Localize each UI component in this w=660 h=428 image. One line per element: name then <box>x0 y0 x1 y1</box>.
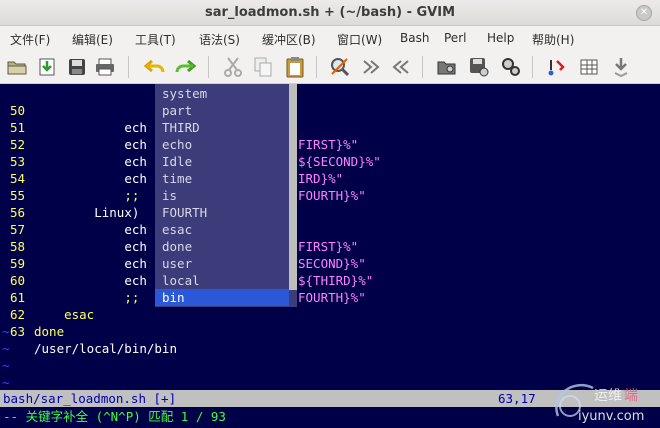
jump-tag-icon[interactable] <box>610 56 632 78</box>
menu-syntax[interactable]: 语法(S) <box>199 31 240 48</box>
line-code: done <box>34 324 65 339</box>
line-string: FIRST}%" <box>298 239 359 254</box>
load-session-icon[interactable] <box>436 56 458 78</box>
code-line: 62 done <box>0 289 64 339</box>
line-string: FOURTH}%" <box>298 188 366 203</box>
toolbar-separator <box>208 56 209 78</box>
code-line: 60 ;; <box>0 255 139 305</box>
load-file-icon[interactable] <box>36 56 58 78</box>
find-next-icon[interactable] <box>360 56 382 78</box>
code-line: 55 Linux) <box>0 170 139 220</box>
code-line: 57 ech SECOND}%" <box>0 204 366 271</box>
toolbar-separator <box>422 56 423 78</box>
paste-icon[interactable] <box>284 56 306 78</box>
line-code: ech <box>124 273 147 288</box>
line-string: SECOND}%" <box>298 256 366 271</box>
code-line: 59 ech FOURTH}%" <box>0 238 366 305</box>
save-session-icon[interactable] <box>468 56 490 78</box>
line-string: ${THIRD}%" <box>298 273 374 288</box>
save-icon[interactable] <box>66 56 88 78</box>
toolbar <box>0 50 660 84</box>
menu-bash[interactable]: Bash <box>400 31 429 45</box>
completion-item[interactable]: system <box>155 85 289 102</box>
svg-text:iyunv.com: iyunv.com <box>578 409 644 424</box>
line-code: ech <box>124 239 147 254</box>
line-string: FOURTH}%" <box>298 290 366 305</box>
line-code: ech <box>124 256 147 271</box>
menu-edit[interactable]: 编辑(E) <box>72 31 113 48</box>
code-line: 51 ech ${SECOND}%" <box>0 102 381 169</box>
toolbar-separator <box>316 56 317 78</box>
completion-item[interactable]: THIRD <box>155 119 289 136</box>
code-line: 53 ech FOURTH}%" <box>0 136 366 203</box>
code-line: 58 ech ${THIRD}%" <box>0 221 373 288</box>
menu-help-en[interactable]: Help <box>487 31 514 45</box>
completion-item[interactable]: esac <box>155 221 289 238</box>
status-filename: bash/sar_loadmon.sh [+] <box>3 391 177 406</box>
redo-icon[interactable] <box>174 56 196 78</box>
menu-perl[interactable]: Perl <box>444 31 466 45</box>
editor-area[interactable]: 50 ech FIRST}%" 51 ech ${SECOND}%" 52 ec… <box>0 84 660 390</box>
completion-item[interactable]: user <box>155 255 289 272</box>
menu-tools[interactable]: 工具(T) <box>135 31 176 48</box>
print-icon[interactable] <box>94 56 116 78</box>
completion-item[interactable]: time <box>155 170 289 187</box>
code-line: 54 ;; <box>0 153 139 203</box>
undo-icon[interactable] <box>144 56 166 78</box>
line-code: Linux) <box>94 205 140 220</box>
code-line: 56 ech FIRST}%" <box>0 187 358 254</box>
line-string: IRD}%" <box>298 171 344 186</box>
menu-help[interactable]: 帮助(H) <box>532 31 574 48</box>
popup-scrollbar[interactable] <box>289 84 297 290</box>
completion-message: -- 关键字补全 (^N^P) 匹配 1 / 93 <box>3 409 226 424</box>
find-replace-icon[interactable] <box>329 56 351 78</box>
copy-icon[interactable] <box>252 56 274 78</box>
menu-bar: 文件(F) 编辑(E) 工具(T) 语法(S) 缓冲区(B) 窗口(W) Bas… <box>0 26 660 50</box>
code-line: 50 ech FIRST}%" <box>0 85 358 152</box>
completion-popup: system part THIRD echo Idle time is FOUR… <box>155 84 297 307</box>
cut-icon[interactable] <box>222 56 244 78</box>
menu-buffers[interactable]: 缓冲区(B) <box>262 31 316 48</box>
completion-item[interactable]: is <box>155 187 289 204</box>
site-watermark-logo: 运维 端 iyunv.com <box>548 376 658 426</box>
toolbar-separator <box>128 56 129 78</box>
line-code: ech <box>124 120 147 135</box>
svg-text:端: 端 <box>624 388 638 404</box>
close-button[interactable]: ✕ <box>636 5 652 21</box>
code-line: 52 ech IRD}%" <box>0 119 343 186</box>
completion-item[interactable]: local <box>155 272 289 289</box>
completion-item[interactable]: echo <box>155 136 289 153</box>
code-line: 61 esac <box>0 272 94 322</box>
completion-item[interactable]: FOURTH <box>155 204 289 221</box>
line-code: ;; <box>124 290 140 305</box>
code-line: 63 /user/local/bin/bin <box>0 306 177 356</box>
build-tags-icon[interactable] <box>578 56 600 78</box>
run-script-icon[interactable] <box>500 56 522 78</box>
completion-item-selected[interactable]: bin <box>155 289 289 306</box>
line-code: ech <box>124 137 147 152</box>
find-prev-icon[interactable] <box>390 56 412 78</box>
line-code: ech <box>124 154 147 169</box>
line-string: FIRST}%" <box>298 137 359 152</box>
completion-item[interactable]: part <box>155 102 289 119</box>
line-number: 63 <box>10 324 26 339</box>
line-string: ${SECOND}%" <box>298 154 381 169</box>
title-bar: sar_loadmon.sh + (~/bash) - GVIM ✕ <box>0 0 660 26</box>
line-code: ech <box>124 171 147 186</box>
line-code: ech <box>124 222 147 237</box>
open-folder-icon[interactable] <box>6 56 28 78</box>
make-icon[interactable] <box>546 56 568 78</box>
completion-item[interactable]: Idle <box>155 153 289 170</box>
line-code: ;; <box>124 188 140 203</box>
completion-item[interactable]: done <box>155 238 289 255</box>
menu-file[interactable]: 文件(F) <box>10 31 50 48</box>
line-code: esac <box>64 307 95 322</box>
cursor-position: 63,17 <box>498 391 536 406</box>
svg-text:运维: 运维 <box>594 388 622 404</box>
menu-window[interactable]: 窗口(W) <box>337 31 382 48</box>
window-title: sar_loadmon.sh + (~/bash) - GVIM <box>204 5 456 20</box>
line-code: /user/local/bin/bin <box>34 341 177 356</box>
toolbar-separator <box>532 56 533 78</box>
close-icon: ✕ <box>639 7 649 18</box>
